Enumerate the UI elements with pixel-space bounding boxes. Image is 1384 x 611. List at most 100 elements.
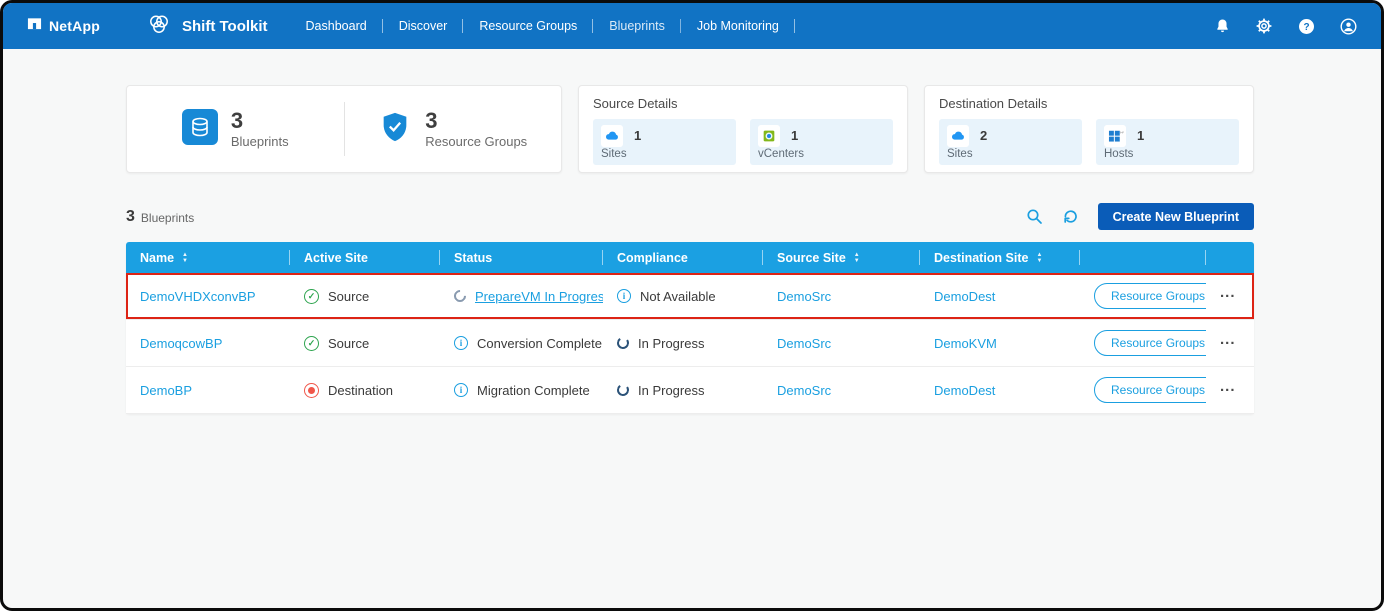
resource-groups-button[interactable]: Resource Groups: [1094, 377, 1206, 403]
netapp-logo-icon: [27, 16, 42, 36]
destination-hosts-stat: H-V 1 Hosts: [1096, 119, 1239, 165]
sort-icon[interactable]: [182, 252, 188, 264]
column-header-active-site: Active Site: [290, 242, 440, 273]
active-site-value: Destination: [328, 383, 393, 398]
destination-sites-stat: 2 Sites: [939, 119, 1082, 165]
active-site-value: Source: [328, 289, 369, 304]
destination-hosts-count: 1: [1137, 128, 1231, 143]
primary-nav: Dashboard Discover Resource Groups Bluep…: [290, 3, 795, 49]
blueprints-count-group: 3 Blueprints: [127, 109, 344, 150]
row-menu-ellipsis[interactable]: ...: [1220, 336, 1236, 350]
source-details-title: Source Details: [593, 96, 893, 111]
destination-site-value: DemoDest: [934, 289, 995, 304]
netapp-brand: NetApp: [27, 16, 100, 36]
source-vcenters-count: 1: [791, 128, 885, 143]
nav-item-job-monitoring[interactable]: Job Monitoring: [681, 3, 795, 49]
top-navigation-bar: NetApp Shift Toolkit Dashboard Discover …: [3, 3, 1381, 49]
hyperv-windows-icon: H-V: [1104, 125, 1126, 147]
table-row: DemoVHDXconvBP Source PrepareVM In Progr…: [126, 273, 1254, 320]
shift-toolkit-logo-icon: [146, 11, 172, 42]
blueprints-list-count: 3: [126, 208, 135, 226]
row-menu-ellipsis[interactable]: ...: [1220, 383, 1236, 397]
info-icon: [454, 336, 468, 350]
table-row: DemoBP Destination Migration Complete In…: [126, 367, 1254, 414]
resource-groups-button[interactable]: Resource Groups: [1094, 283, 1206, 309]
nav-item-dashboard[interactable]: Dashboard: [290, 3, 383, 49]
source-sites-count: 1: [634, 128, 728, 143]
source-sites-label: Sites: [601, 148, 728, 160]
refresh-icon[interactable]: [1062, 208, 1080, 226]
compliance-spinner-icon: [616, 336, 630, 350]
destination-circle-icon: [304, 383, 319, 398]
info-icon: [454, 383, 468, 397]
nav-item-discover[interactable]: Discover: [383, 3, 464, 49]
compliance-spinner-icon: [616, 383, 630, 397]
active-site-value: Source: [328, 336, 369, 351]
app-title: Shift Toolkit: [182, 18, 268, 35]
destination-details-card: Destination Details 2 Sites H-V 1: [924, 85, 1254, 173]
blueprint-name-link[interactable]: DemoqcowBP: [140, 336, 222, 351]
blueprint-name-link[interactable]: DemoVHDXconvBP: [140, 289, 256, 304]
destination-sites-label: Sites: [947, 148, 1074, 160]
destination-site-value: DemoKVM: [934, 336, 997, 351]
status-link[interactable]: PrepareVM In Progress: [475, 289, 603, 304]
column-header-status: Status: [440, 242, 603, 273]
create-new-blueprint-button[interactable]: Create New Blueprint: [1098, 203, 1254, 230]
status-value: Conversion Complete: [477, 336, 602, 351]
nav-utility-icons: ?: [1213, 17, 1357, 35]
source-sites-stat: 1 Sites: [593, 119, 736, 165]
shield-check-icon: [378, 110, 412, 149]
column-header-actions: [1080, 242, 1206, 273]
destination-hosts-label: Hosts: [1104, 148, 1231, 160]
main-content: 3 Blueprints 3 Resource Groups Source: [3, 49, 1381, 414]
summary-cards-row: 3 Blueprints 3 Resource Groups Source: [126, 85, 1254, 173]
blueprints-count: 3: [231, 110, 289, 132]
settings-gear-icon[interactable]: [1255, 17, 1273, 35]
source-vcenters-stat: 1 vCenters: [750, 119, 893, 165]
nav-item-resource-groups[interactable]: Resource Groups: [463, 3, 593, 49]
nav-item-blueprints[interactable]: Blueprints: [593, 3, 681, 49]
source-site-value: DemoSrc: [777, 336, 831, 351]
cloud-icon: [947, 125, 969, 147]
counts-card: 3 Blueprints 3 Resource Groups: [126, 85, 562, 173]
column-header-source-site[interactable]: Source Site: [763, 242, 920, 273]
blueprints-list-label: Blueprints: [141, 211, 194, 225]
blueprints-database-icon: [182, 109, 218, 150]
resource-groups-button[interactable]: Resource Groups: [1094, 330, 1206, 356]
resource-groups-count: 3: [425, 110, 527, 132]
blueprints-section-header: 3 Blueprints Create New Blueprint: [126, 203, 1254, 230]
status-value: Migration Complete: [477, 383, 590, 398]
account-icon[interactable]: [1339, 17, 1357, 35]
destination-site-value: DemoDest: [934, 383, 995, 398]
cloud-icon: [601, 125, 623, 147]
vcenter-icon: [758, 125, 780, 147]
column-header-menu: [1206, 242, 1254, 273]
column-header-name[interactable]: Name: [126, 242, 290, 273]
compliance-value: Not Available: [640, 289, 716, 304]
table-row: DemoqcowBP Source Conversion Complete In…: [126, 320, 1254, 367]
source-vcenters-label: vCenters: [758, 148, 885, 160]
svg-text:?: ?: [1303, 22, 1309, 33]
compliance-value: In Progress: [638, 383, 704, 398]
sort-icon[interactable]: [1036, 252, 1042, 264]
source-details-card: Source Details 1 Sites 1 vCe: [578, 85, 908, 173]
app-header: Shift Toolkit: [146, 11, 268, 42]
row-menu-ellipsis[interactable]: ...: [1220, 289, 1236, 303]
status-spinner-icon: [452, 288, 469, 305]
bell-icon[interactable]: [1213, 17, 1231, 35]
blueprints-count-label: Blueprints: [231, 134, 289, 149]
destination-details-title: Destination Details: [939, 96, 1239, 111]
blueprint-name-link[interactable]: DemoBP: [140, 383, 192, 398]
source-site-value: DemoSrc: [777, 289, 831, 304]
search-icon[interactable]: [1026, 208, 1044, 226]
sort-icon[interactable]: [854, 252, 860, 264]
column-header-compliance: Compliance: [603, 242, 763, 273]
resource-groups-count-label: Resource Groups: [425, 134, 527, 149]
source-check-icon: [304, 336, 319, 351]
column-header-destination-site[interactable]: Destination Site: [920, 242, 1080, 273]
app-window: NetApp Shift Toolkit Dashboard Discover …: [0, 0, 1384, 611]
resource-groups-count-group: 3 Resource Groups: [345, 110, 562, 149]
info-icon: [617, 289, 631, 303]
svg-text:H-V: H-V: [1120, 130, 1124, 134]
help-icon[interactable]: ?: [1297, 17, 1315, 35]
